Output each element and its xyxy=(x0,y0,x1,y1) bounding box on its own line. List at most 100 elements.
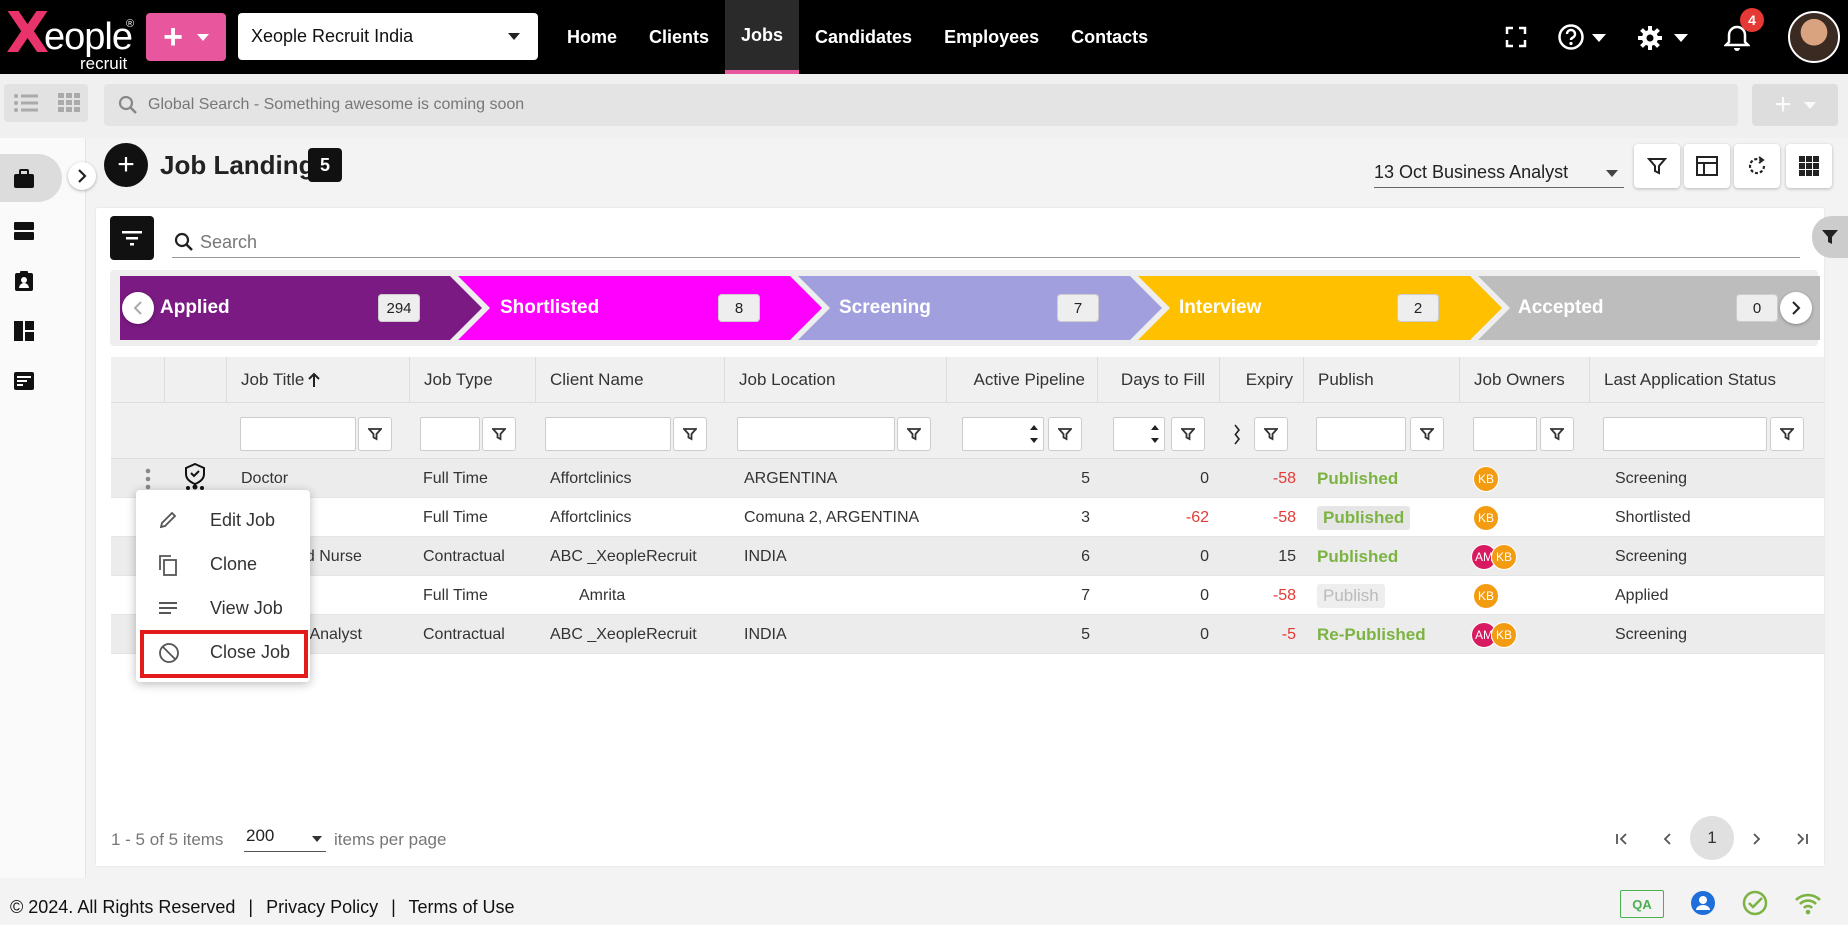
grid-layout-button[interactable] xyxy=(1786,144,1832,188)
filter-client-name-button[interactable] xyxy=(673,417,707,451)
cell-active-pipeline[interactable]: 6 xyxy=(946,537,1090,576)
menu-view-job[interactable]: View Job xyxy=(136,586,310,630)
table-row[interactable]: e Analyst Contractual ABC _XeopleRecruit… xyxy=(111,615,1824,654)
nav-employees[interactable]: Employees xyxy=(928,0,1055,74)
col-job-type[interactable]: Job Type xyxy=(409,357,535,403)
filter-job-owners-input[interactable] xyxy=(1473,417,1537,451)
menu-edit-job[interactable]: Edit Job xyxy=(136,498,310,542)
nav-clients[interactable]: Clients xyxy=(633,0,725,74)
pager-next-button[interactable] xyxy=(1742,824,1772,854)
filter-job-type-button[interactable] xyxy=(482,417,516,451)
filter-button[interactable] xyxy=(1634,144,1680,188)
owner-avatar[interactable]: KB xyxy=(1491,621,1517,648)
nav-candidates[interactable]: Candidates xyxy=(799,0,928,74)
cell-active-pipeline[interactable]: 3 xyxy=(946,498,1090,537)
quick-add-button[interactable]: + xyxy=(146,13,226,61)
owner-avatar[interactable]: KB xyxy=(1491,543,1517,570)
user-avatar[interactable] xyxy=(1788,11,1840,63)
chevron-down-icon[interactable] xyxy=(1674,34,1688,42)
owner-avatar[interactable]: KB xyxy=(1473,504,1499,531)
filter-active-pipeline-input[interactable] xyxy=(962,417,1044,451)
privacy-policy-link[interactable]: Privacy Policy xyxy=(266,897,378,917)
pager-first-button[interactable] xyxy=(1607,824,1637,854)
filter-days-to-fill-input[interactable] xyxy=(1113,417,1165,451)
note-icon[interactable] xyxy=(13,370,35,392)
pager-prev-button[interactable] xyxy=(1652,824,1682,854)
clipboard-user-icon[interactable] xyxy=(13,270,35,292)
table-row[interactable]: Full Time Amrita 7 0 -58 Publish KB Appl… xyxy=(111,576,1824,615)
side-filter-tab[interactable] xyxy=(1812,216,1848,258)
global-search-input[interactable]: Global Search - Something awesome is com… xyxy=(104,84,1738,126)
pager-last-button[interactable] xyxy=(1787,824,1817,854)
filter-status-button[interactable] xyxy=(1770,417,1804,451)
col-client-name[interactable]: Client Name xyxy=(535,357,724,403)
owner-avatar[interactable]: KB xyxy=(1473,582,1499,609)
publish-status[interactable]: Re-Published xyxy=(1317,625,1426,645)
col-expiry[interactable]: Expiry xyxy=(1219,357,1303,403)
check-circle-icon[interactable] xyxy=(1742,890,1768,916)
pipeline-stage-interview[interactable]: Interview xyxy=(1179,276,1261,340)
grid-view-icon[interactable] xyxy=(58,93,80,113)
filter-job-title-input[interactable] xyxy=(240,417,356,451)
pager-current-page[interactable]: 1 xyxy=(1690,816,1734,860)
filter-publish-input[interactable] xyxy=(1316,417,1406,451)
refresh-button[interactable] xyxy=(1734,144,1780,188)
nav-jobs[interactable]: Jobs xyxy=(725,0,800,74)
cell-active-pipeline[interactable]: 5 xyxy=(946,615,1090,654)
filter-job-owners-button[interactable] xyxy=(1540,417,1574,451)
chevron-down-icon[interactable] xyxy=(1592,34,1606,42)
col-days-to-fill[interactable]: Days to Fill xyxy=(1097,357,1219,403)
briefcase-icon[interactable] xyxy=(13,168,35,190)
row-actions-kebab-icon[interactable] xyxy=(145,468,151,490)
pipeline-prev-button[interactable] xyxy=(122,292,154,324)
col-last-application-status[interactable]: Last Application Status xyxy=(1589,357,1824,403)
pipeline-next-button[interactable] xyxy=(1780,292,1812,324)
filter-active-pipeline-button[interactable] xyxy=(1048,417,1082,451)
help-icon[interactable] xyxy=(1557,23,1585,51)
job-search-input[interactable]: Search xyxy=(172,226,1800,258)
sidebar-expand-button[interactable] xyxy=(68,162,96,190)
xeople-logo[interactable]: X eople ® recruit xyxy=(4,4,139,74)
pipeline-stage-applied[interactable]: Applied xyxy=(160,276,230,340)
numeric-spinner-icon[interactable] xyxy=(1150,422,1160,446)
menu-clone[interactable]: Clone xyxy=(136,542,310,586)
col-job-owners[interactable]: Job Owners xyxy=(1459,357,1589,403)
col-job-title[interactable]: Job Title xyxy=(226,357,409,403)
columns-button[interactable] xyxy=(1684,144,1730,188)
page-size-select[interactable]: 200 xyxy=(244,826,326,852)
publish-status[interactable]: Published xyxy=(1317,469,1398,489)
col-active-pipeline[interactable]: Active Pipeline xyxy=(946,357,1097,403)
filter-job-type-input[interactable] xyxy=(420,417,480,451)
pipeline-stage-screening[interactable]: Screening xyxy=(839,276,931,340)
dashboard-icon[interactable] xyxy=(13,320,35,342)
filter-job-title-button[interactable] xyxy=(358,417,392,451)
table-row[interactable]: ed Nurse Contractual ABC _XeopleRecruit … xyxy=(111,537,1824,576)
publish-button[interactable]: Publish xyxy=(1317,583,1385,608)
filter-job-location-button[interactable] xyxy=(897,417,931,451)
col-publish[interactable]: Publish xyxy=(1303,357,1459,403)
secondary-add-button[interactable]: + xyxy=(1752,84,1838,126)
database-icon[interactable] xyxy=(13,220,35,242)
advanced-filter-button[interactable] xyxy=(110,216,154,260)
account-circle-icon[interactable] xyxy=(1690,890,1716,916)
settings-gear-icon[interactable] xyxy=(1636,24,1664,52)
pipeline-stage-shortlisted[interactable]: Shortlisted xyxy=(500,276,599,340)
publish-status[interactable]: Published xyxy=(1317,505,1411,530)
filter-expiry-input[interactable] xyxy=(1231,417,1245,451)
add-job-button[interactable]: + xyxy=(104,143,148,187)
col-job-location[interactable]: Job Location xyxy=(724,357,946,403)
cell-active-pipeline[interactable]: 7 xyxy=(946,576,1090,615)
table-row[interactable]: Doctor Full Time Affortclinics ARGENTINA… xyxy=(111,459,1824,498)
cell-active-pipeline[interactable]: 5 xyxy=(946,459,1090,498)
nav-contacts[interactable]: Contacts xyxy=(1055,0,1164,74)
numeric-spinner-icon[interactable] xyxy=(1234,422,1242,446)
numeric-spinner-icon[interactable] xyxy=(1029,422,1039,446)
filter-status-input[interactable] xyxy=(1603,417,1767,451)
filter-publish-button[interactable] xyxy=(1410,417,1444,451)
list-view-icon[interactable] xyxy=(14,93,38,113)
organization-select[interactable]: Xeople Recruit India xyxy=(238,13,538,60)
owner-avatar[interactable]: KB xyxy=(1473,465,1499,492)
filter-job-location-input[interactable] xyxy=(737,417,895,451)
fullscreen-icon[interactable] xyxy=(1505,26,1527,48)
filter-days-to-fill-button[interactable] xyxy=(1171,417,1205,451)
